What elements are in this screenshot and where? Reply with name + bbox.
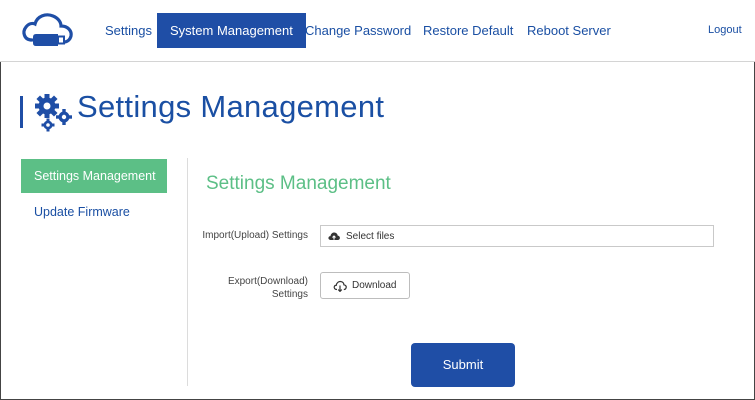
import-settings-label: Import(Upload) Settings [202,230,308,241]
gears-icon [35,94,72,132]
select-files-label: Select files [346,231,395,242]
top-nav-bar: Settings System Management Change Passwo… [0,0,755,62]
export-settings-label: Export(Download) Settings [200,275,308,301]
page-title: Settings Management [77,89,385,124]
section-title: Settings Management [206,173,391,194]
logout-link[interactable]: Logout [708,13,742,48]
sidebar-divider [187,158,188,386]
nav-system-management[interactable]: System Management [157,13,306,48]
cloud-usb-icon[interactable] [20,10,74,50]
sidebar-item-update-firmware[interactable]: Update Firmware [21,195,167,229]
title-accent-bar [20,96,23,128]
export-label-line2: Settings [271,289,308,300]
download-button[interactable]: Download [320,272,410,299]
sidebar-item-settings-management[interactable]: Settings Management [21,159,167,193]
cloud-upload-icon [328,232,340,240]
select-files-input[interactable]: Select files [320,225,714,247]
export-label-line1: Export(Download) [227,276,308,287]
submit-button[interactable]: Submit [411,343,515,387]
nav-restore-default[interactable]: Restore Default [423,13,513,48]
cloud-download-icon [333,280,347,292]
download-label: Download [352,280,397,291]
nav-change-password[interactable]: Change Password [305,13,411,48]
nav-settings[interactable]: Settings [105,13,152,48]
nav-reboot-server[interactable]: Reboot Server [527,13,611,48]
